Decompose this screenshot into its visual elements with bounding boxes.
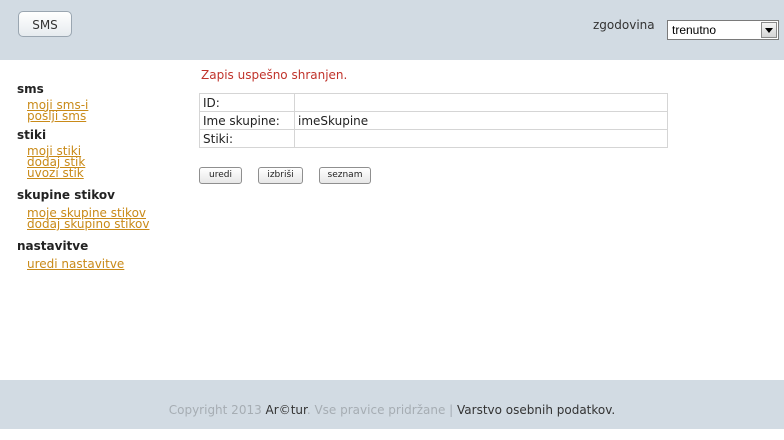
field-value-id (294, 93, 668, 112)
group-details-table: ID: Ime skupine: imeSkupine Stiki: (199, 93, 668, 148)
sidebar-heading-settings: nastavitve (17, 239, 89, 253)
history-select[interactable]: trenutno (667, 20, 779, 40)
field-label-contacts: Stiki: (199, 129, 295, 148)
footer-rights: . Vse pravice pridržane | (306, 403, 458, 417)
success-message: Zapis uspešno shranjen. (201, 68, 348, 82)
footer-privacy-link[interactable]: Varstvo osebnih podatkov (457, 403, 611, 417)
sidebar-link-edit-settings[interactable]: uredi nastavitve (27, 258, 177, 270)
delete-button[interactable]: izbriši (258, 167, 303, 184)
table-row: Stiki: (199, 129, 668, 148)
field-value-contacts (294, 129, 668, 148)
table-row: ID: (199, 93, 668, 112)
sidebar-heading-sms: sms (17, 82, 44, 96)
header-bar: SMS zgodovina trenutno (0, 0, 784, 60)
chevron-down-icon (765, 28, 773, 33)
sidebar-link-add-group[interactable]: dodaj skupino stikov (27, 218, 177, 230)
sms-button[interactable]: SMS (18, 11, 72, 37)
footer-brand: Ar©tur (265, 403, 307, 417)
history-label: zgodovina (593, 18, 655, 32)
field-value-group-name: imeSkupine (294, 111, 668, 130)
field-label-group-name: Ime skupine: (199, 111, 295, 130)
field-label-id: ID: (199, 93, 295, 112)
sidebar-link-import-contact[interactable]: uvozi stik (27, 167, 177, 179)
dropdown-arrow-button[interactable] (761, 22, 777, 38)
sidebar-heading-contacts: stiki (17, 128, 47, 142)
sidebar: sms moji sms-i pošlji sms stiki moji sti… (17, 78, 177, 270)
history-select-value: trenutno (672, 23, 717, 37)
footer-copyright: Copyright 2013 (168, 403, 266, 417)
edit-button[interactable]: uredi (199, 167, 242, 184)
footer-period: . (611, 403, 616, 417)
sidebar-link-send-sms[interactable]: pošlji sms (27, 110, 177, 122)
table-row: Ime skupine: imeSkupine (199, 111, 668, 130)
list-button[interactable]: seznam (319, 167, 371, 184)
footer: Copyright 2013 Ar©tur. Vse pravice pridr… (0, 380, 784, 429)
sidebar-heading-contact-groups: skupine stikov (17, 188, 115, 202)
